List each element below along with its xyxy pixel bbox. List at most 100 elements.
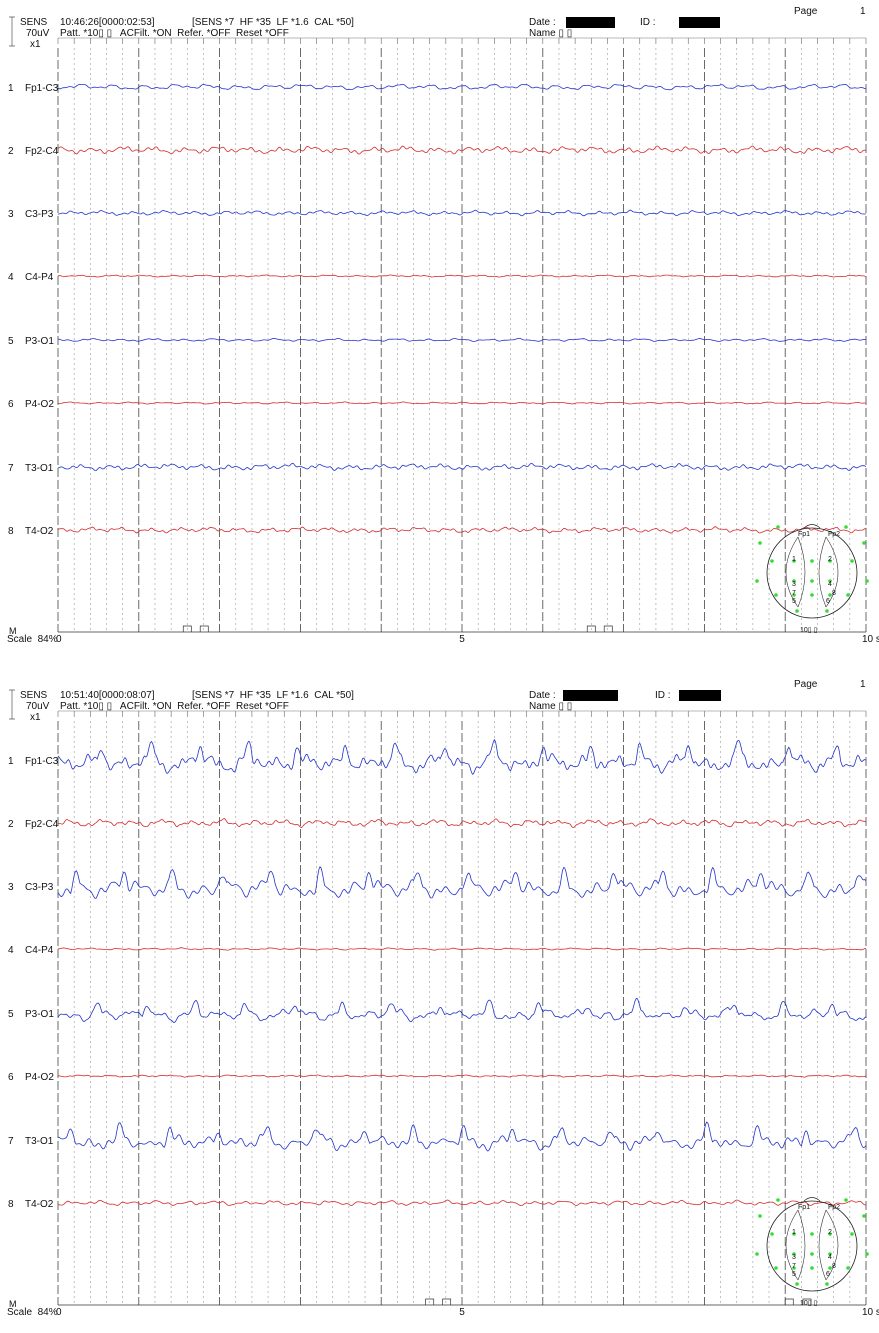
- electrode-dot: [776, 1198, 780, 1202]
- electrode-dot: [850, 1232, 854, 1236]
- x-tick-label: 10 s: [862, 1307, 879, 1318]
- page-number: 1: [860, 679, 866, 690]
- channel-index: 7: [8, 463, 14, 474]
- head-label: 2: [828, 556, 832, 563]
- name-label: Name ▯ ▯: [529, 701, 573, 712]
- eeg-page-1: 0 5 10 s 1 Fp1-C3 2 Fp2-C4 3 C3-P3 4 C4-P4 5 P3-O1 6 P…: [0, 0, 879, 660]
- event-marker: [199, 625, 209, 632]
- electrode-dot: [755, 579, 759, 583]
- channel-index: 8: [8, 526, 14, 537]
- channel-label: T3-O1: [25, 1136, 54, 1147]
- x-tick-label: 10 s: [862, 634, 879, 645]
- channel-index: 3: [8, 209, 14, 220]
- head-outline: [766, 527, 858, 619]
- channel-label: P4-O2: [25, 399, 54, 410]
- channel-index: 8: [8, 1199, 14, 1210]
- channel-index: 2: [8, 146, 14, 157]
- head-label: Fp2: [828, 1204, 840, 1211]
- electrode-dot: [810, 593, 814, 597]
- electrode-dot: [850, 559, 854, 563]
- electrode-dot: [844, 1198, 848, 1202]
- head-label: 8: [832, 590, 836, 597]
- sens-value: 70uV: [26, 28, 50, 39]
- page-label: Page: [794, 6, 818, 17]
- head-label: 7: [792, 590, 796, 597]
- head-label: Fp2: [828, 531, 840, 538]
- montage-label: 10▯ ▯: [800, 627, 818, 634]
- head-label: Fp1: [798, 1204, 810, 1211]
- id-redaction-bar: [679, 17, 720, 28]
- x-tick-label: 5: [459, 1307, 465, 1318]
- electrode-dot: [810, 559, 814, 563]
- sens-multiplier: x1: [30, 39, 41, 50]
- channel-index: 3: [8, 882, 14, 893]
- electrode-dot: [810, 1232, 814, 1236]
- electrode-dot: [795, 609, 799, 613]
- electrode-dot: [758, 1214, 762, 1218]
- electrode-dot: [810, 579, 814, 583]
- head-outline: [766, 1200, 858, 1292]
- channel-label: Fp2-C4: [25, 146, 59, 157]
- event-marker: [603, 625, 613, 632]
- channel-label: Fp2-C4: [25, 819, 59, 830]
- head-label: 6: [826, 1271, 830, 1278]
- channel-label: Fp1-C3: [25, 83, 59, 94]
- sens-label: SENS: [20, 690, 48, 701]
- recording-time: 10:46:26[0000:02:53]: [60, 17, 155, 28]
- head-label: 3: [792, 1254, 796, 1261]
- pattern-filter-text: Patt. *10▯ ▯ ACFilt. *ON Refer. *OFF Res…: [60, 28, 289, 39]
- channel-index: 6: [8, 399, 14, 410]
- channel-label: C4-P4: [25, 272, 54, 283]
- electrode-dot: [810, 1266, 814, 1270]
- electrode-dot: [862, 541, 866, 545]
- marker-m-label: M: [9, 626, 17, 636]
- head-label: 7: [792, 1263, 796, 1270]
- pattern-filter-text: Patt. *10▯ ▯ ACFilt. *ON Refer. *OFF Res…: [60, 701, 289, 712]
- event-marker: [442, 1298, 452, 1305]
- channel-label: T3-O1: [25, 463, 54, 474]
- electrode-dot: [865, 579, 869, 583]
- electrode-dot: [776, 525, 780, 529]
- electrode-dot: [846, 593, 850, 597]
- electrode-dot: [825, 609, 829, 613]
- date-label: Date :: [529, 17, 556, 28]
- eeg-trace-canvas: 0 5 10 s1 Fp1-C32 Fp2-C43 C3-P34 C4-P45 P3-O16 P…: [8, 689, 879, 1318]
- montage-head-diagram: Fp1 Fp2 1 2 3 4 7 8 5 6: [755, 524, 869, 619]
- channel-label: T4-O2: [25, 1199, 54, 1210]
- channel-index: 7: [8, 1136, 14, 1147]
- head-label: Fp1: [798, 531, 810, 538]
- date-redaction-bar: [566, 17, 615, 28]
- x-tick-label: 5: [459, 634, 465, 645]
- head-label: 4: [828, 1254, 832, 1261]
- head-label: 1: [792, 556, 796, 563]
- channel-index: 1: [8, 83, 14, 94]
- channel-label: T4-O2: [25, 526, 54, 537]
- channel-label: P3-O1: [25, 1009, 54, 1020]
- channel-index: 5: [8, 336, 14, 347]
- electrode-dot: [770, 559, 774, 563]
- head-label: 4: [828, 581, 832, 588]
- head-label: 2: [828, 1229, 832, 1236]
- sens-multiplier: x1: [30, 712, 41, 723]
- sens-bracket: [9, 689, 15, 720]
- electrode-dot: [862, 1214, 866, 1218]
- head-label: 6: [826, 598, 830, 605]
- head-label: 1: [792, 1229, 796, 1236]
- id-redaction-bar: [679, 690, 721, 701]
- head-label: 3: [792, 581, 796, 588]
- head-label: 5: [792, 1271, 796, 1278]
- channel-index: 2: [8, 819, 14, 830]
- sens-label: SENS: [20, 17, 48, 28]
- head-nose: [803, 1197, 821, 1202]
- name-label: Name ▯ ▯: [529, 28, 573, 39]
- montage-head-diagram: Fp1 Fp2 1 2 3 4 7 8 5 6: [755, 1197, 869, 1292]
- channel-label: C3-P3: [25, 209, 54, 220]
- electrode-dot: [846, 1266, 850, 1270]
- recording-time: 10:51:40[0000:08:07]: [60, 690, 155, 701]
- electrode-dot: [865, 1252, 869, 1256]
- head-label: 5: [792, 598, 796, 605]
- electrode-dot: [774, 1266, 778, 1270]
- channel-label: C4-P4: [25, 945, 54, 956]
- id-label: ID :: [655, 690, 671, 701]
- channel-label: Fp1-C3: [25, 756, 59, 767]
